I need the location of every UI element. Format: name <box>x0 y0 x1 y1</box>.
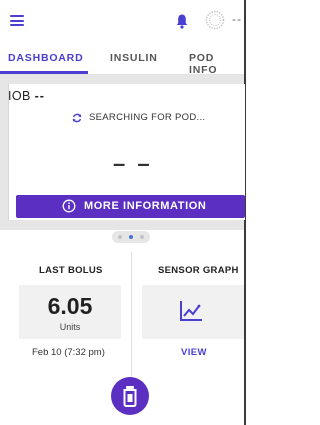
trend-graph-icon <box>180 301 202 321</box>
sensor-graph-view-link[interactable]: VIEW <box>181 347 207 358</box>
tab-dashboard[interactable]: DASHBOARD <box>8 52 83 64</box>
sensor-graph-card[interactable] <box>142 285 244 339</box>
more-information-button[interactable]: MORE INFORMATION <box>16 195 245 218</box>
pod-reading: – – <box>113 151 153 176</box>
iob-readout: IOB -- <box>8 89 45 103</box>
info-icon <box>62 199 76 213</box>
bell-icon[interactable] <box>176 13 188 29</box>
tab-insulin[interactable]: INSULIN <box>110 52 158 64</box>
status-text: -- <box>232 12 242 26</box>
page-dot[interactable] <box>140 235 144 239</box>
bolus-button[interactable] <box>111 377 149 415</box>
more-information-label: MORE INFORMATION <box>84 200 207 212</box>
page-indicator <box>112 231 150 243</box>
iob-label: IOB <box>8 89 31 103</box>
sync-icon <box>72 113 82 123</box>
tab-pod-info[interactable]: POD INFO <box>189 52 244 76</box>
top-bar: -- <box>0 0 244 42</box>
last-bolus-value: 6.05 <box>47 293 93 319</box>
iob-value: -- <box>34 89 45 103</box>
active-tab-indicator <box>0 71 88 74</box>
menu-icon[interactable] <box>10 15 24 26</box>
page-dot-active[interactable] <box>129 235 133 239</box>
sensor-graph-title: SENSOR GRAPH <box>158 265 239 276</box>
page-dot[interactable] <box>118 235 122 239</box>
last-bolus-title: LAST BOLUS <box>39 265 103 276</box>
last-bolus-card: 6.05 Units <box>19 285 121 339</box>
last-bolus-date: Feb 10 (7:32 pm) <box>32 347 105 358</box>
searching-message: SEARCHING FOR POD... <box>89 112 206 123</box>
bolus-pod-icon <box>123 386 137 407</box>
last-bolus-units: Units <box>59 322 81 332</box>
pod-status-icon[interactable] <box>205 10 225 30</box>
tab-bar: DASHBOARD INSULIN POD INFO <box>0 44 244 76</box>
